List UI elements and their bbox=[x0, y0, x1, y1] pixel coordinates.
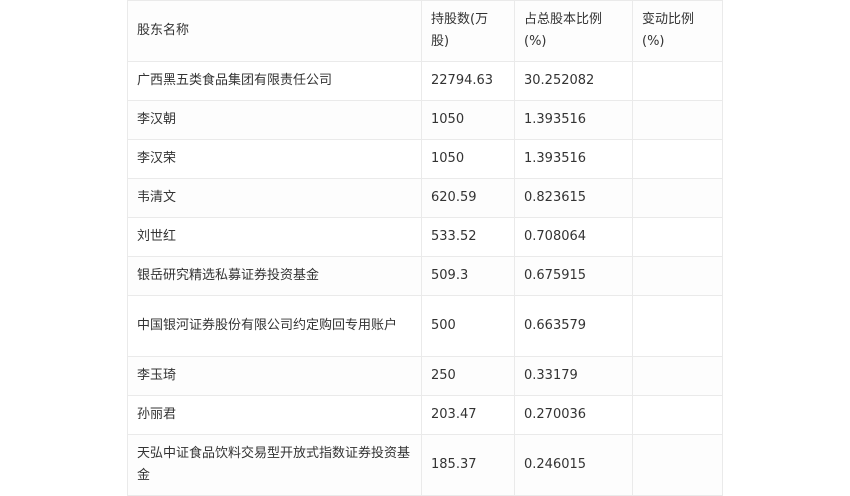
cell-shareholder-name: 银岳研究精选私募证券投资基金 bbox=[127, 256, 422, 296]
shareholder-table-container: 股东名称 持股数(万股) 占总股本比例(%) 变动比例(%) 广西黑五类食品集团… bbox=[127, 0, 723, 496]
cell-share-ratio: 1.393516 bbox=[514, 100, 633, 140]
header-shareholder-name: 股东名称 bbox=[127, 0, 422, 62]
table-row: 李玉琦 250 0.33179 bbox=[127, 356, 723, 396]
table-header-row: 股东名称 持股数(万股) 占总股本比例(%) 变动比例(%) bbox=[127, 0, 723, 62]
cell-shareholder-name: 韦清文 bbox=[127, 178, 422, 218]
cell-shareholder-name: 李汉荣 bbox=[127, 139, 422, 179]
cell-share-ratio: 30.252082 bbox=[514, 61, 633, 101]
table-row: 李汉朝 1050 1.393516 bbox=[127, 100, 723, 140]
shareholder-table: 股东名称 持股数(万股) 占总股本比例(%) 变动比例(%) 广西黑五类食品集团… bbox=[127, 0, 723, 496]
cell-change-ratio bbox=[632, 356, 723, 396]
table-row: 银岳研究精选私募证券投资基金 509.3 0.675915 bbox=[127, 256, 723, 296]
cell-shares-held: 203.47 bbox=[421, 395, 515, 435]
cell-change-ratio bbox=[632, 434, 723, 496]
cell-shareholder-name: 孙丽君 bbox=[127, 395, 422, 435]
cell-shares-held: 1050 bbox=[421, 100, 515, 140]
table-row: 韦清文 620.59 0.823615 bbox=[127, 178, 723, 218]
header-shares-held: 持股数(万股) bbox=[421, 0, 515, 62]
cell-shareholder-name: 李汉朝 bbox=[127, 100, 422, 140]
cell-shares-held: 185.37 bbox=[421, 434, 515, 496]
cell-shares-held: 500 bbox=[421, 295, 515, 357]
table-row: 刘世红 533.52 0.708064 bbox=[127, 217, 723, 257]
cell-share-ratio: 0.270036 bbox=[514, 395, 633, 435]
cell-change-ratio bbox=[632, 100, 723, 140]
cell-shareholder-name: 广西黑五类食品集团有限责任公司 bbox=[127, 61, 422, 101]
header-change-ratio: 变动比例(%) bbox=[632, 0, 723, 62]
cell-change-ratio bbox=[632, 395, 723, 435]
cell-shares-held: 509.3 bbox=[421, 256, 515, 296]
cell-share-ratio: 0.246015 bbox=[514, 434, 633, 496]
cell-shareholder-name: 刘世红 bbox=[127, 217, 422, 257]
table-row: 中国银河证券股份有限公司约定购回专用账户 500 0.663579 bbox=[127, 295, 723, 357]
cell-change-ratio bbox=[632, 178, 723, 218]
table-row: 孙丽君 203.47 0.270036 bbox=[127, 395, 723, 435]
cell-share-ratio: 0.663579 bbox=[514, 295, 633, 357]
cell-share-ratio: 1.393516 bbox=[514, 139, 633, 179]
cell-change-ratio bbox=[632, 295, 723, 357]
table-row: 广西黑五类食品集团有限责任公司 22794.63 30.252082 bbox=[127, 61, 723, 101]
cell-change-ratio bbox=[632, 256, 723, 296]
cell-change-ratio bbox=[632, 217, 723, 257]
cell-share-ratio: 0.675915 bbox=[514, 256, 633, 296]
cell-shareholder-name: 中国银河证券股份有限公司约定购回专用账户 bbox=[127, 295, 422, 357]
cell-share-ratio: 0.708064 bbox=[514, 217, 633, 257]
cell-change-ratio bbox=[632, 139, 723, 179]
cell-shares-held: 533.52 bbox=[421, 217, 515, 257]
cell-shares-held: 620.59 bbox=[421, 178, 515, 218]
cell-shares-held: 1050 bbox=[421, 139, 515, 179]
cell-share-ratio: 0.823615 bbox=[514, 178, 633, 218]
table-row: 天弘中证食品饮料交易型开放式指数证券投资基金 185.37 0.246015 bbox=[127, 434, 723, 496]
header-share-ratio: 占总股本比例(%) bbox=[514, 0, 633, 62]
table-row: 李汉荣 1050 1.393516 bbox=[127, 139, 723, 179]
cell-share-ratio: 0.33179 bbox=[514, 356, 633, 396]
cell-shares-held: 250 bbox=[421, 356, 515, 396]
cell-shareholder-name: 天弘中证食品饮料交易型开放式指数证券投资基金 bbox=[127, 434, 422, 496]
cell-shares-held: 22794.63 bbox=[421, 61, 515, 101]
cell-change-ratio bbox=[632, 61, 723, 101]
cell-shareholder-name: 李玉琦 bbox=[127, 356, 422, 396]
